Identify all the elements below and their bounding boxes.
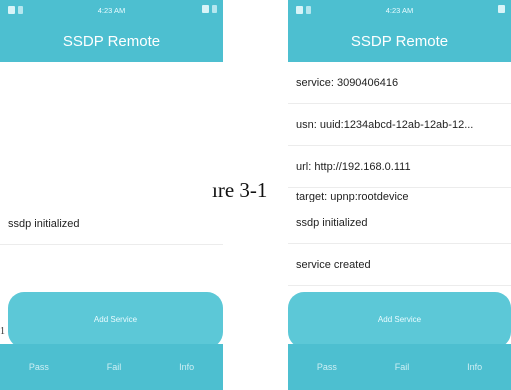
pass-button[interactable]: Pass	[317, 362, 337, 372]
log-list: service: 3090406416 usn: uuid:1234abcd-1…	[288, 62, 511, 292]
list-item: usn: uuid:1234abcd-12ab-12ab-12...	[288, 104, 511, 146]
info-button[interactable]: Info	[467, 362, 482, 372]
network-icon	[212, 5, 217, 13]
list-item: ssdp initialized	[0, 203, 223, 245]
app-title: SSDP Remote	[0, 22, 223, 62]
fail-button[interactable]: Fail	[107, 362, 122, 372]
app-title: SSDP Remote	[288, 22, 511, 62]
status-right-icons	[202, 5, 217, 13]
phone-screen-left: 4:23 AM SSDP Remote ssdp initialized Add…	[0, 0, 223, 390]
add-service-button[interactable]: Add Service	[8, 292, 223, 348]
battery-icon	[498, 5, 505, 13]
list-item: service created	[288, 244, 511, 286]
bottom-action-bar: Pass Fail Info	[288, 344, 511, 390]
status-right-icons	[498, 5, 505, 13]
fail-button[interactable]: Fail	[395, 362, 410, 372]
status-time: 4:23 AM	[385, 6, 414, 15]
list-item: ssdp initialized	[288, 202, 511, 244]
status-bar: 4:23 AM	[0, 0, 223, 22]
figure-caption: ıre 3-1	[212, 178, 268, 202]
add-service-button[interactable]: Add Service	[288, 292, 511, 348]
log-list: ssdp initialized	[0, 62, 223, 292]
list-item: target: upnp:rootdevice	[296, 191, 409, 202]
status-time: 4:23 AM	[97, 6, 126, 15]
pass-button[interactable]: Pass	[29, 362, 49, 372]
battery-icon	[202, 5, 209, 13]
info-button[interactable]: Info	[179, 362, 194, 372]
bottom-action-bar: Pass Fail Info	[0, 344, 223, 390]
margin-mark: 1	[0, 326, 5, 337]
list-item: service: 3090406416	[288, 62, 511, 104]
status-bar: 4:23 AM	[288, 0, 511, 22]
list-item: url: http://192.168.0.111	[288, 146, 511, 188]
phone-screen-right: 4:23 AM SSDP Remote service: 3090406416 …	[288, 0, 511, 390]
